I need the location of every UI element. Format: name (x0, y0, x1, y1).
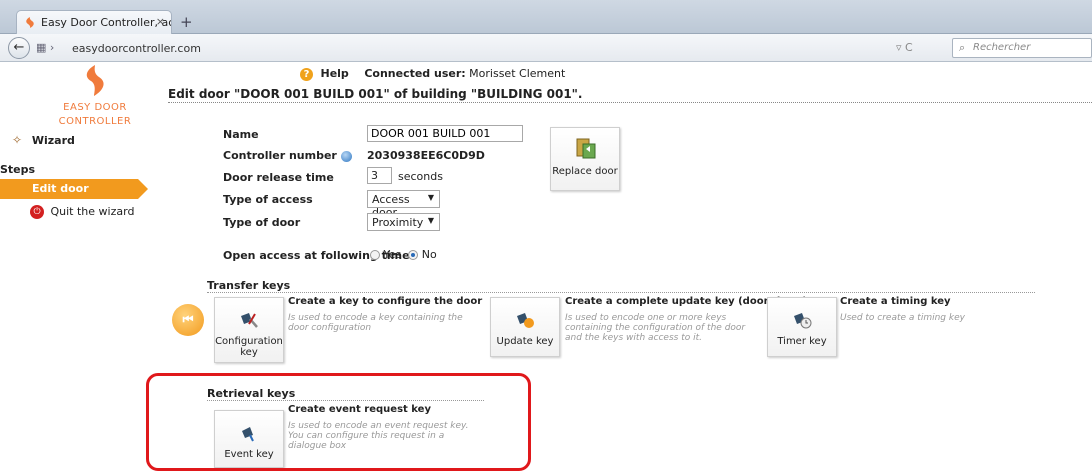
site-favicon-icon (26, 17, 34, 28)
sidebar-item-quit-wizard[interactable]: ⏻ Quit the wizard (30, 205, 134, 219)
controller-number-value: 2030938EE6C0D9D (367, 149, 485, 162)
controller-number-text: Controller number (223, 149, 337, 162)
logo-text-line1: EASY DOOR (63, 102, 127, 113)
transfer-keys-heading: Transfer keys (207, 279, 291, 292)
yes-label: Yes (383, 248, 402, 261)
browser-tab[interactable]: Easy Door Controller, acces... × (16, 10, 172, 34)
page-title: Edit door "DOOR 001 BUILD 001" of buildi… (168, 87, 583, 101)
chevron-down-icon: ▼ (427, 193, 434, 202)
quit-label: Quit the wizard (50, 205, 135, 218)
reload-glyph: C (905, 41, 913, 54)
timer-key-icon (794, 313, 812, 329)
replace-door-button[interactable]: Replace door (550, 127, 620, 191)
update-key-label: Update key (496, 336, 554, 347)
configuration-key-title: Create a key to configure the door (288, 296, 483, 307)
door-type-label: Type of door (223, 216, 301, 229)
logo-text-line2: CONTROLLER (58, 116, 132, 127)
highlight-annotation (146, 373, 531, 471)
search-placeholder: Rechercher (973, 42, 1031, 53)
door-type-select[interactable]: Proximity ▼ (367, 213, 440, 231)
reload-icon[interactable]: ▿ C (896, 41, 913, 54)
name-label: Name (223, 128, 259, 141)
address-bar[interactable]: easydoorcontroller.com (72, 42, 201, 55)
browser-nav-bar: ← ▦ › easydoorcontroller.com ▿ C ⌕ Reche… (0, 34, 1092, 62)
door-release-label: Door release time (223, 171, 334, 184)
help-link[interactable]: Help (321, 67, 349, 80)
quit-icon: ⏻ (30, 205, 44, 219)
app-logo: EASY DOOR CONTROLLER (50, 63, 140, 129)
info-icon[interactable] (340, 150, 352, 162)
wizard-header: ✧ Wizard (12, 133, 75, 147)
previous-step-icon[interactable]: ⏮ (172, 304, 204, 336)
connected-user-label: Connected user: (364, 67, 466, 80)
name-input[interactable] (367, 125, 523, 142)
update-key-button[interactable]: Update key (490, 297, 560, 357)
open-access-radio-group: Yes No (370, 248, 437, 261)
wizard-label: Wizard (31, 134, 75, 147)
timer-key-title: Create a timing key (840, 296, 951, 307)
chevron-down-icon: ▼ (427, 216, 434, 225)
replace-door-label: Replace door (552, 166, 618, 177)
new-tab-button[interactable]: + (180, 13, 193, 31)
door-type-value: Proximity (372, 216, 424, 229)
configuration-key-icon (241, 313, 258, 328)
door-release-input[interactable]: 3 (367, 167, 392, 184)
yes-radio[interactable] (370, 250, 380, 260)
site-identity-icon[interactable]: ▦ › (36, 41, 54, 54)
transfer-keys-divider (207, 292, 1035, 293)
configuration-key-label: Configuration key (215, 336, 283, 358)
wand-icon: ✧ (12, 133, 23, 147)
help-bar: ? Help Connected user: Morisset Clement (300, 67, 565, 83)
controller-number-label: Controller number (223, 149, 352, 162)
no-label: No (421, 248, 437, 261)
sidebar-item-edit-door[interactable]: Edit door (0, 179, 148, 199)
door-release-unit: seconds (398, 170, 443, 183)
back-arrow-icon[interactable]: ← (8, 37, 30, 59)
timer-key-label: Timer key (777, 336, 827, 347)
connected-user-name: Morisset Clement (469, 67, 566, 80)
no-radio[interactable] (408, 250, 419, 260)
search-icon: ⌕ (959, 41, 966, 54)
tab-title: Easy Door Controller, acces... (41, 16, 171, 29)
configuration-key-button[interactable]: Configuration key (214, 297, 284, 363)
title-divider (168, 102, 1092, 103)
configuration-key-description: Is used to encode a key containing the d… (288, 313, 463, 333)
logo-flame-icon (86, 65, 104, 96)
timer-key-description: Used to create a timing key (840, 313, 965, 323)
close-tab-icon[interactable]: × (156, 15, 165, 28)
help-icon[interactable]: ? (300, 67, 313, 81)
access-type-select[interactable]: Access door ▼ (367, 190, 440, 219)
replace-door-icon (576, 138, 596, 159)
browser-search-input[interactable]: ⌕ Rechercher (952, 38, 1092, 58)
update-key-description: Is used to encode one or more keys conta… (565, 313, 746, 343)
timer-key-button[interactable]: Timer key (767, 297, 837, 357)
access-type-label: Type of access (223, 193, 313, 206)
browser-tab-bar: Easy Door Controller, acces... × + (0, 0, 1092, 34)
update-key-icon (517, 313, 534, 328)
steps-heading: Steps (0, 163, 36, 176)
